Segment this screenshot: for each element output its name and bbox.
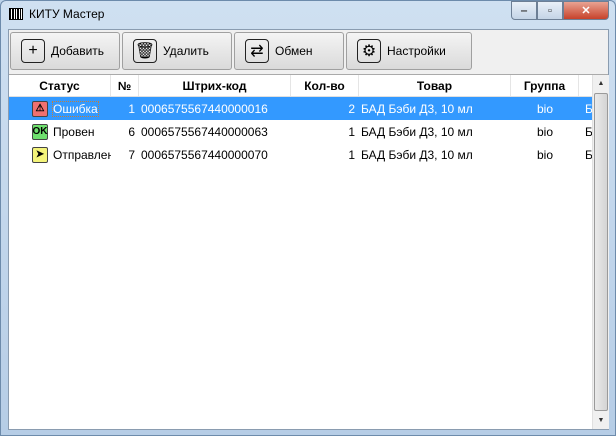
barcode-app-icon — [9, 8, 23, 20]
plus-icon: + — [21, 39, 45, 63]
barcode-cell: 0006575567440000016 — [141, 101, 268, 116]
product-cell: БАД Бэби Д3, 10 мл — [361, 147, 473, 162]
qty-cell: 1 — [348, 124, 355, 139]
vertical-scrollbar[interactable]: ▲ ▼ — [592, 75, 609, 429]
minimize-button[interactable]: ‒ — [511, 1, 537, 20]
window-title: КИТУ Мастер — [29, 7, 105, 21]
table-row[interactable]: ➤ Отправлен 7 0006575567440000070 1 БАД Б… — [9, 143, 608, 166]
scroll-down-arrow[interactable]: ▼ — [593, 412, 609, 429]
group-cell: bio — [536, 101, 553, 116]
toolbar: + Добавить 🗑 Удалить ⇄ Обмен ⚙ Настройки — [9, 30, 608, 73]
table-header: Статус № Штрих-код Кол-во Товар Группа — [9, 75, 608, 97]
status-text: Провен — [53, 124, 95, 139]
sent-icon: ➤ — [32, 146, 48, 163]
ok-icon: OK — [32, 123, 48, 140]
delete-label: Удалить — [163, 44, 209, 58]
num-cell: 6 — [128, 124, 135, 139]
num-cell: 1 — [128, 101, 135, 116]
maximize-button[interactable]: ▫ — [537, 1, 563, 20]
app-window: КИТУ Мастер ‒ ▫ ✕ + Добавить 🗑 Удалить ⇄ Об… — [0, 0, 616, 436]
barcode-cell: 0006575567440000063 — [141, 124, 268, 139]
warning-icon: ⚠ — [32, 100, 48, 117]
qty-cell: 2 — [348, 101, 355, 116]
exchange-label: Обмен — [275, 44, 313, 58]
col-product[interactable]: Товар — [359, 75, 511, 96]
group-cell: bio — [536, 124, 553, 139]
table-row[interactable]: OK Провен 6 0006575567440000063 1 БАД Бэб… — [9, 120, 608, 143]
settings-label: Настройки — [387, 44, 446, 58]
add-button[interactable]: + Добавить — [10, 32, 120, 70]
barcode-cell: 0006575567440000070 — [141, 147, 268, 162]
col-num[interactable]: № — [111, 75, 139, 96]
product-cell: БАД Бэби Д3, 10 мл — [361, 124, 473, 139]
exchange-button[interactable]: ⇄ Обмен — [234, 32, 344, 70]
scroll-thumb[interactable] — [594, 93, 608, 411]
col-group[interactable]: Группа — [511, 75, 579, 96]
close-button[interactable]: ✕ — [563, 1, 609, 20]
delete-button[interactable]: 🗑 Удалить — [122, 32, 232, 70]
items-table: Статус № Штрих-код Кол-во Товар Группа ⚠… — [9, 74, 609, 429]
col-qty[interactable]: Кол-во — [291, 75, 359, 96]
sync-icon: ⇄ — [245, 39, 269, 63]
title-bar: КИТУ Мастер — [9, 5, 104, 23]
status-cell: ⚠ Ошибка — [9, 100, 111, 117]
add-label: Добавить — [51, 44, 105, 58]
product-cell: БАД Бэби Д3, 10 мл — [361, 101, 473, 116]
num-cell: 7 — [128, 147, 135, 162]
status-text: Отправлен — [53, 147, 111, 162]
group-cell: bio — [536, 147, 553, 162]
gear-icon: ⚙ — [357, 39, 381, 63]
col-barcode[interactable]: Штрих-код — [139, 75, 291, 96]
status-cell: ➤ Отправлен — [9, 146, 111, 163]
scroll-up-arrow[interactable]: ▲ — [593, 75, 609, 92]
qty-cell: 1 — [348, 147, 355, 162]
table-row[interactable]: ⚠ Ошибка 1 0006575567440000016 2 БАД Бэби… — [9, 97, 608, 120]
client-area: + Добавить 🗑 Удалить ⇄ Обмен ⚙ Настройки Ста… — [8, 29, 609, 430]
settings-button[interactable]: ⚙ Настройки — [346, 32, 472, 70]
status-text: Ошибка — [52, 100, 99, 117]
trash-icon: 🗑 — [133, 39, 157, 63]
col-status[interactable]: Статус — [9, 75, 111, 96]
status-cell: OK Провен — [9, 123, 111, 140]
